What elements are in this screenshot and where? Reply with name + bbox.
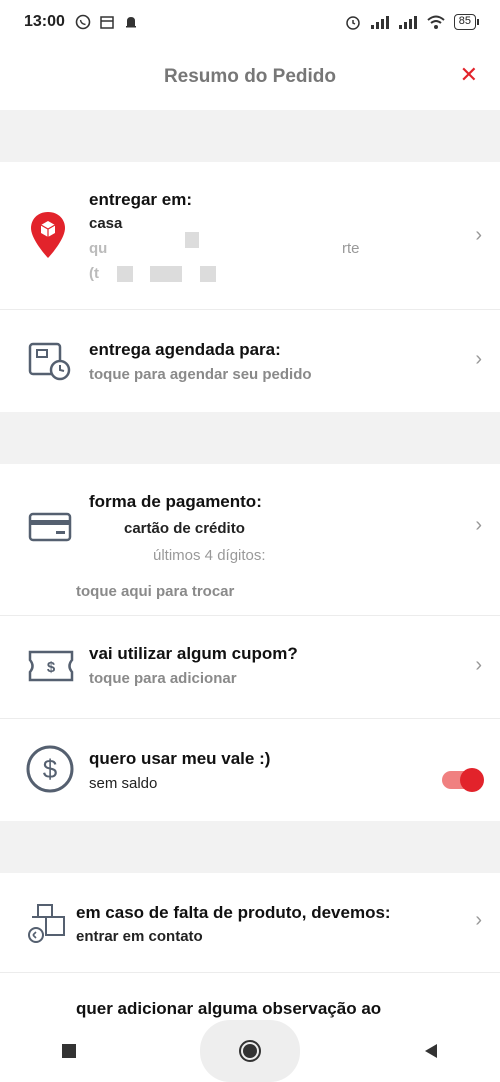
delivery-heading: entregar em:: [89, 190, 192, 209]
coupon-sub: toque para adicionar: [89, 670, 237, 687]
chevron-right-icon: ›: [475, 909, 482, 931]
toggle-knob: [460, 768, 484, 792]
system-nav-bar: [0, 1020, 500, 1082]
voucher-toggle[interactable]: [442, 768, 484, 792]
shortage-sub: entrar em contato: [76, 928, 203, 945]
calendar-icon: [100, 16, 114, 29]
signal-icon-2: [398, 16, 417, 29]
redacted-block: [117, 266, 133, 282]
chevron-right-icon: ›: [475, 654, 482, 676]
delivery-card: entregar em: casa qu rte (t › entrega ag…: [0, 162, 500, 412]
payment-digits: últimos 4 dígitos:: [153, 547, 266, 564]
coupon-icon: $: [28, 650, 74, 682]
schedule-heading: entrega agendada para:: [89, 340, 281, 359]
back-icon[interactable]: [423, 1043, 439, 1059]
address-line-1-start: qu: [89, 240, 108, 257]
home-icon: [238, 1040, 261, 1062]
voucher-sub: sem saldo: [89, 775, 158, 792]
boxes-icon: [28, 904, 65, 943]
status-bar: 13:00 85: [0, 0, 500, 44]
address-name: casa: [89, 215, 123, 232]
close-icon[interactable]: ✕: [460, 62, 478, 88]
battery-indicator: 85: [453, 14, 480, 30]
coupon-heading: vai utilizar algum cupom?: [89, 644, 298, 663]
chevron-right-icon: ›: [475, 224, 482, 246]
whatsapp-icon: [75, 14, 91, 30]
home-button[interactable]: [199, 1020, 300, 1082]
payment-method: cartão de crédito: [124, 520, 245, 537]
payment-card: forma de pagamento: cartão de crédito úl…: [0, 464, 500, 821]
header: Resumo do Pedido ✕: [0, 44, 500, 110]
wifi-icon: [427, 15, 445, 29]
dollar-icon: $: [26, 745, 74, 793]
redacted-block: [150, 266, 182, 282]
schedule-row[interactable]: entrega agendada para: toque para agenda…: [0, 310, 500, 412]
chevron-right-icon: ›: [475, 348, 482, 370]
address-line-1-end: rte: [342, 240, 360, 257]
preferences-card: em caso de falta de produto, devemos: en…: [0, 873, 500, 1033]
payment-change[interactable]: toque aqui para trocar: [76, 583, 234, 600]
clock: 13:00: [24, 13, 65, 30]
observation-heading: quer adicionar alguma observação ao: [76, 999, 382, 1018]
voucher-row: $ quero usar meu vale :) sem saldo: [0, 719, 500, 821]
address-line-2-start: (t: [89, 265, 99, 282]
recents-icon[interactable]: [61, 1043, 77, 1059]
payment-heading: forma de pagamento:: [89, 492, 262, 511]
delivery-address-row[interactable]: entregar em: casa qu rte (t ›: [0, 162, 500, 310]
calendar-clock-icon: [28, 342, 71, 381]
page-title: Resumo do Pedido: [163, 66, 337, 87]
shortage-row[interactable]: em caso de falta de produto, devemos: en…: [0, 873, 500, 973]
redacted-block: [185, 232, 199, 248]
chevron-right-icon: ›: [475, 514, 482, 536]
voucher-heading: quero usar meu vale :): [89, 749, 271, 768]
redacted-block: [200, 266, 216, 282]
alarm-icon: [346, 16, 360, 30]
credit-card-icon: [28, 512, 72, 542]
svg-text:$: $: [43, 754, 58, 784]
svg-text:$: $: [47, 659, 56, 676]
location-pin-icon: [31, 212, 65, 258]
notification-icon: [125, 17, 136, 28]
payment-row[interactable]: forma de pagamento: cartão de crédito úl…: [0, 464, 500, 616]
signal-icon: [370, 16, 389, 29]
schedule-sub: toque para agendar seu pedido: [89, 366, 312, 383]
coupon-row[interactable]: $ vai utilizar algum cupom? toque para a…: [0, 616, 500, 719]
shortage-heading: em caso de falta de produto, devemos:: [76, 903, 391, 922]
